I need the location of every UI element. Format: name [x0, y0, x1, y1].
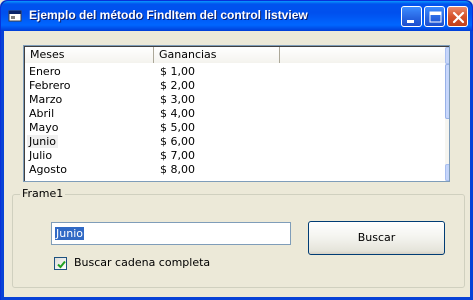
scroll-thumb[interactable]	[445, 64, 449, 119]
minimize-button[interactable]	[401, 6, 422, 27]
scroll-up-button[interactable]	[445, 47, 450, 64]
form-client-area: Meses Ganancias Enero $ 1,00 Febrero $ 2…	[4, 31, 470, 297]
checkbox-label[interactable]: Buscar cadena completa	[74, 256, 210, 270]
window-title: Ejemplo del método FindItem del control …	[29, 8, 308, 22]
search-input[interactable]: Junio	[51, 222, 291, 245]
close-button[interactable]	[447, 6, 468, 27]
list-item[interactable]: Mayo $ 5,00	[25, 121, 445, 135]
list-item[interactable]: Febrero $ 2,00	[25, 79, 445, 93]
month-cell: Julio	[29, 149, 53, 162]
search-input-value: Junio	[55, 227, 84, 240]
month-cell: Agosto	[29, 163, 68, 176]
list-item[interactable]: Marzo $ 3,00	[25, 93, 445, 107]
app-window: Ejemplo del método FindItem del control …	[0, 0, 473, 300]
earnings-cell: $ 3,00	[160, 93, 195, 106]
earnings-cell: $ 8,00	[160, 163, 195, 176]
full-string-checkbox[interactable]	[54, 257, 67, 270]
earnings-cell: $ 4,00	[160, 107, 195, 120]
listview-header: Meses Ganancias	[25, 47, 448, 63]
title-bar[interactable]: Ejemplo del método FindItem del control …	[1, 1, 472, 31]
earnings-cell: $ 2,00	[160, 79, 195, 92]
chevron-up-icon	[449, 52, 450, 59]
month-cell: Junio	[27, 135, 58, 148]
chevron-down-icon	[449, 169, 450, 176]
maximize-button[interactable]	[424, 6, 445, 27]
column-header-empty[interactable]	[280, 47, 446, 63]
maximize-icon	[429, 11, 442, 23]
earnings-cell: $ 1,00	[160, 65, 195, 78]
list-item-selected[interactable]: Junio $ 6,00	[25, 135, 445, 149]
vb-form-icon	[8, 10, 22, 22]
month-cell: Abril	[29, 107, 55, 120]
window-border-left[interactable]	[1, 31, 4, 300]
month-cell: Febrero	[29, 79, 71, 92]
buscar-button[interactable]: Buscar	[308, 221, 445, 255]
months-listview[interactable]: Meses Ganancias Enero $ 1,00 Febrero $ 2…	[23, 45, 450, 182]
month-cell: Mayo	[29, 121, 59, 134]
earnings-cell: $ 5,00	[160, 121, 195, 134]
earnings-cell: $ 7,00	[160, 149, 195, 162]
column-header-ganancias[interactable]: Ganancias	[154, 47, 280, 63]
scroll-down-button[interactable]	[445, 164, 450, 181]
list-item[interactable]: Julio $ 7,00	[25, 149, 445, 163]
listview-rows: Enero $ 1,00 Febrero $ 2,00 Marzo $ 3,00…	[25, 65, 445, 177]
vertical-scrollbar[interactable]	[445, 47, 450, 181]
month-cell: Marzo	[29, 93, 63, 106]
list-item[interactable]: Abril $ 4,00	[25, 107, 445, 121]
column-header-meses[interactable]: Meses	[25, 47, 154, 63]
list-item[interactable]: Enero $ 1,00	[25, 65, 445, 79]
month-cell: Enero	[29, 65, 61, 78]
close-icon	[452, 11, 465, 24]
earnings-cell: $ 6,00	[160, 135, 195, 148]
list-item[interactable]: Agosto $ 8,00	[25, 163, 445, 177]
frame1-label: Frame1	[20, 187, 66, 200]
minimize-icon	[407, 20, 414, 23]
checkmark-icon	[57, 260, 66, 269]
